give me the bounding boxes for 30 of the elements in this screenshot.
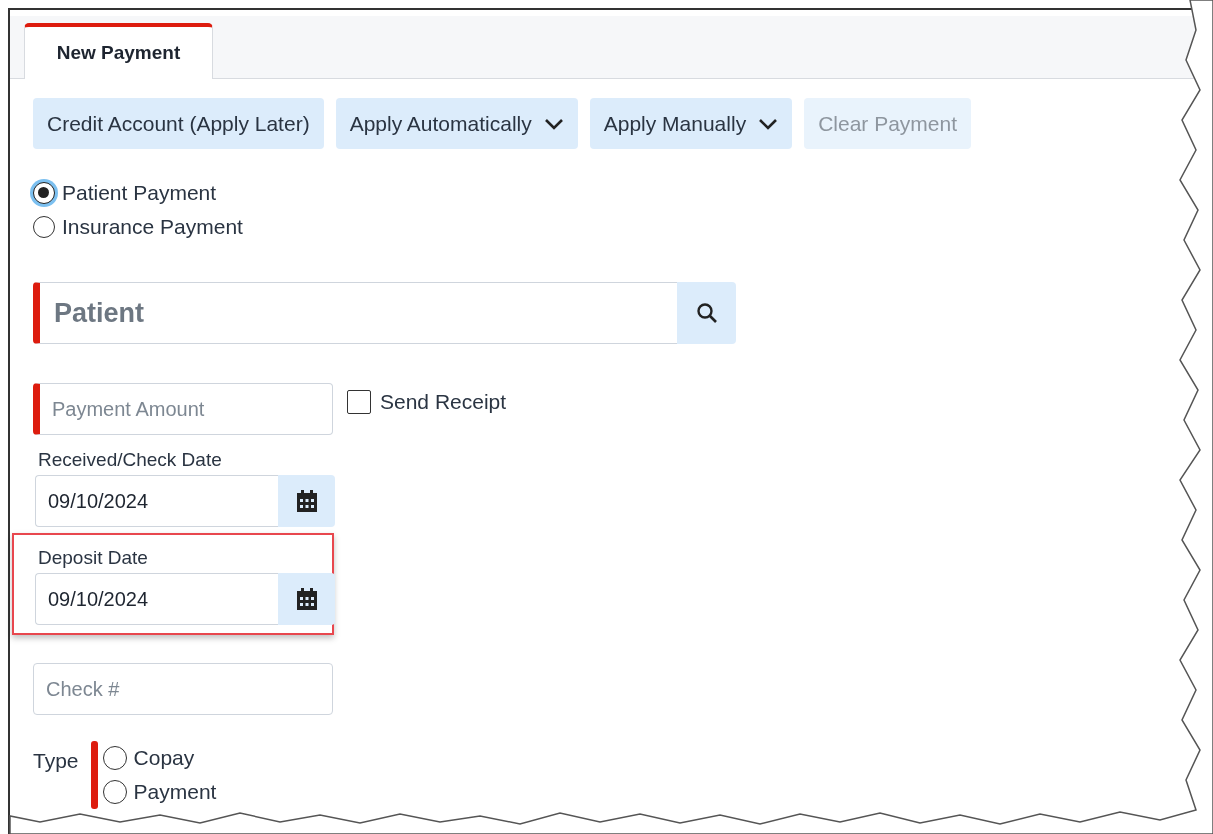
date-field[interactable]: 09/10/2024 [35, 573, 278, 625]
check-number-field[interactable]: Check # [33, 663, 333, 715]
radio-label: Payment [133, 780, 217, 804]
calendar-icon [295, 489, 318, 513]
calendar-button[interactable] [278, 573, 335, 625]
radio-button[interactable] [102, 780, 127, 804]
type-label: Type [33, 749, 79, 773]
chevron-down-icon [758, 117, 779, 130]
dropdown-button[interactable]: Apply Manually [589, 98, 793, 149]
search-icon [695, 302, 718, 324]
toolbar-button[interactable]: Credit Account (Apply Later) [33, 98, 324, 149]
calendar-button[interactable] [278, 475, 335, 527]
field-label: Received/Check Date [38, 449, 223, 471]
dropdown-button[interactable]: Apply Automatically [335, 98, 578, 149]
radio-option[interactable]: Patient Payment [33, 181, 217, 205]
radio-label: Patient Payment [62, 181, 217, 205]
chevron-down-icon [543, 117, 564, 130]
field-label: Deposit Date [38, 547, 149, 569]
radio-button[interactable] [33, 182, 55, 204]
patient-field[interactable]: Patient [33, 282, 677, 344]
radio-label: Copay [133, 746, 195, 770]
payment-amount-field[interactable]: Payment Amount [33, 383, 333, 435]
radio-button[interactable] [102, 746, 127, 770]
radio-button[interactable] [33, 216, 55, 238]
search-button[interactable] [677, 282, 736, 344]
date-field[interactable]: 09/10/2024 [35, 475, 278, 527]
tab[interactable]: New Payment [24, 23, 213, 79]
calendar-icon [295, 587, 318, 611]
checkbox[interactable] [347, 390, 371, 414]
checkbox-label: Send Receipt [380, 390, 507, 414]
